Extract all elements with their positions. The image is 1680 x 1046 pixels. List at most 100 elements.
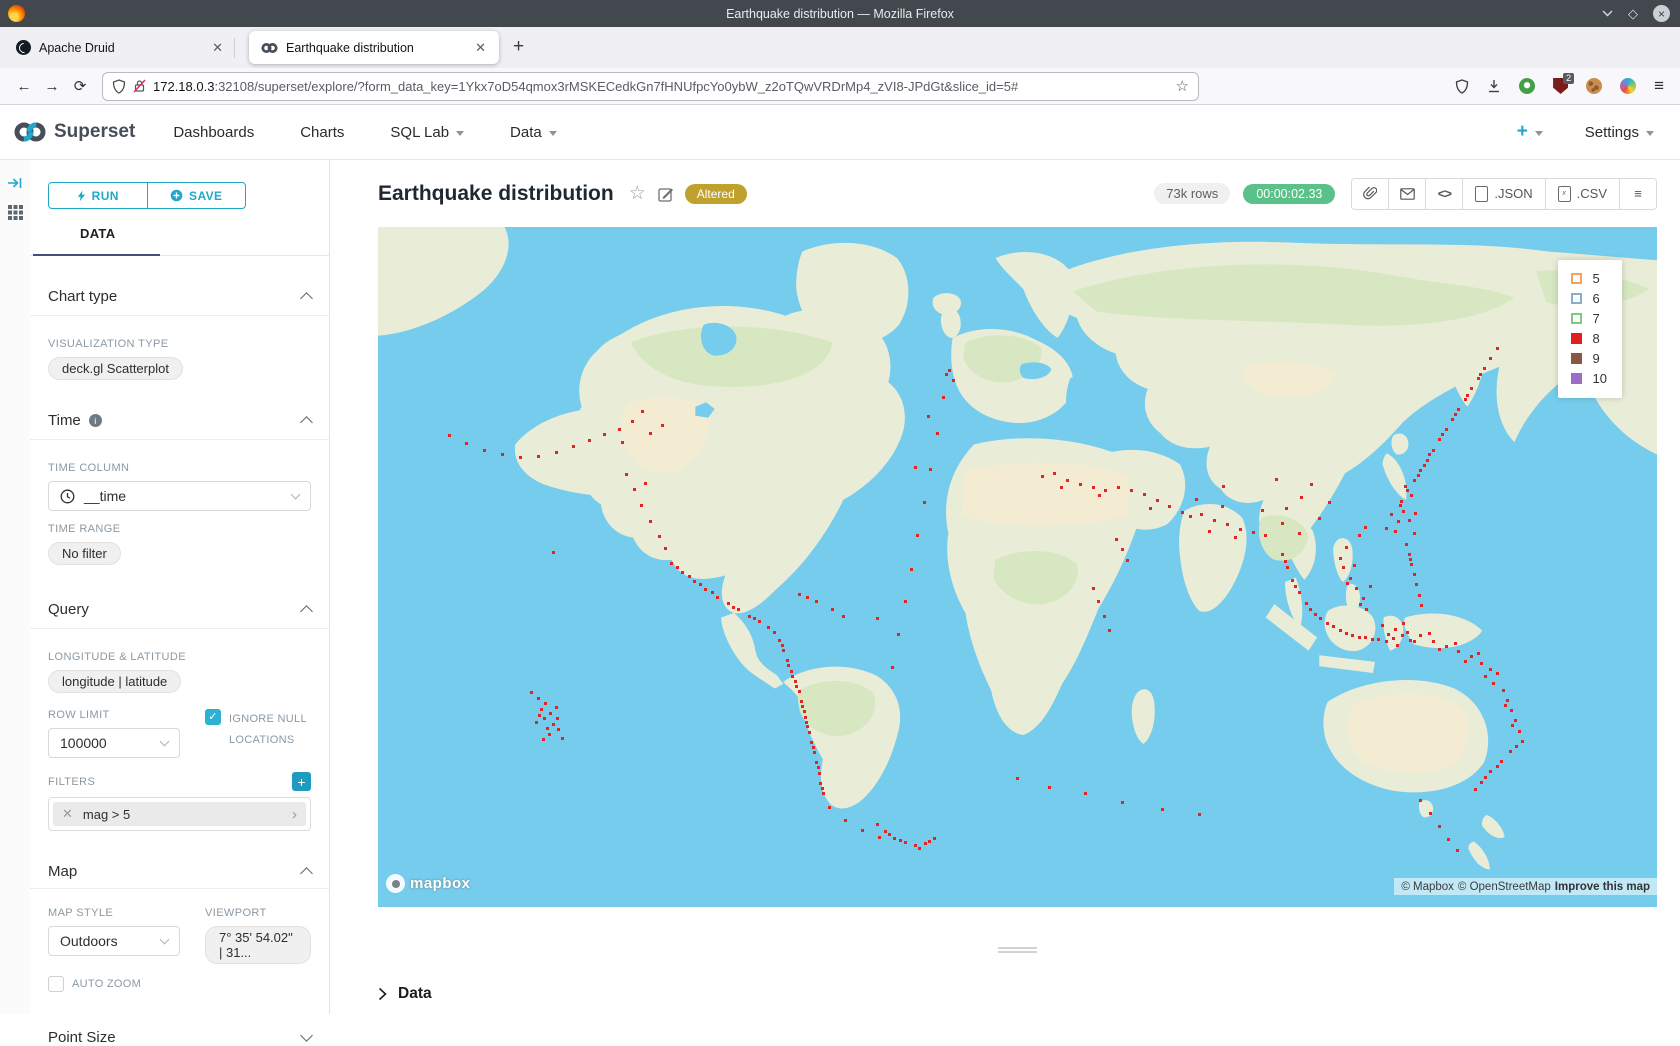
auto-zoom-checkbox[interactable] (48, 976, 64, 992)
window-minimize-icon[interactable] (1602, 10, 1613, 17)
section-chart-type[interactable]: Chart type (48, 288, 311, 305)
legend-item[interactable]: 6 (1571, 291, 1607, 306)
export-csv-button[interactable]: x .CSV (1545, 179, 1619, 209)
protections-shield-icon[interactable] (1455, 79, 1469, 94)
superset-favicon (261, 42, 278, 54)
more-options-icon[interactable]: ≡ (1619, 179, 1656, 209)
download-icon[interactable] (1487, 79, 1501, 93)
nav-settings[interactable]: Settings (1585, 124, 1654, 141)
earthquake-dot (1358, 636, 1361, 639)
legend-item[interactable]: 5 (1571, 271, 1607, 286)
tab-data[interactable]: DATA (80, 226, 115, 241)
back-button[interactable]: ← (10, 73, 38, 99)
new-item-button[interactable]: + (1517, 121, 1543, 143)
save-button[interactable]: SAVE (147, 182, 247, 209)
nav-data[interactable]: Data (510, 124, 557, 141)
nav-dashboards[interactable]: Dashboards (173, 124, 254, 141)
time-column-select[interactable]: __time (48, 481, 311, 511)
panel-resize-handle[interactable] (998, 947, 1037, 953)
section-point-size[interactable]: Point Size (48, 1029, 311, 1046)
datasource-rail (0, 160, 30, 1014)
filter-chip[interactable]: ✕ mag > 5 › (53, 802, 306, 826)
superset-logo[interactable] (13, 121, 47, 143)
tracking-shield-icon[interactable] (112, 79, 126, 94)
earthquake-dot (1156, 499, 1159, 502)
browser-menu-icon[interactable]: ≡ (1654, 76, 1664, 96)
section-query[interactable]: Query (48, 601, 311, 618)
earthquake-dot (1477, 377, 1480, 380)
expand-panel-icon[interactable] (7, 176, 23, 190)
lonlat-pill[interactable]: longitude | latitude (48, 670, 181, 693)
tab-apache-druid[interactable]: Apache Druid ✕ (0, 31, 234, 64)
section-map[interactable]: Map (48, 863, 311, 880)
forward-button[interactable]: → (38, 73, 66, 99)
new-tab-button[interactable]: + (513, 36, 524, 58)
attribution-mapbox[interactable]: © Mapbox (1401, 881, 1454, 893)
cookie-extension-icon[interactable] (1586, 78, 1602, 94)
run-button[interactable]: RUN (48, 182, 148, 209)
section-time[interactable]: Time i (48, 412, 311, 429)
legend-item[interactable]: 9 (1571, 351, 1607, 366)
chevron-right-icon[interactable]: › (292, 806, 297, 823)
earthquake-dot (1060, 486, 1063, 489)
earthquake-dot (945, 373, 948, 376)
favorite-star-icon[interactable]: ☆ (629, 182, 646, 205)
brand-name[interactable]: Superset (54, 121, 135, 143)
email-button[interactable] (1388, 179, 1425, 209)
time-range-pill[interactable]: No filter (48, 542, 121, 565)
nav-sql-lab[interactable]: SQL Lab (390, 124, 464, 141)
window-maximize-icon[interactable]: ◇ (1628, 7, 1638, 20)
dataset-grid-icon[interactable] (8, 205, 23, 220)
pinwheel-extension-icon[interactable] (1620, 78, 1636, 94)
earthquake-dot (1108, 629, 1111, 632)
insecure-lock-icon[interactable] (133, 79, 146, 93)
ublock-icon[interactable]: 2 (1553, 78, 1568, 94)
viewport-pill[interactable]: 7° 35' 54.02" | 31... (205, 926, 311, 964)
earthquake-dot (1438, 648, 1441, 651)
map-style-value: Outdoors (60, 933, 118, 949)
reload-button[interactable]: ⟳ (66, 73, 94, 99)
earthquake-dot (753, 617, 756, 620)
altered-badge[interactable]: Altered (685, 184, 747, 204)
earthquake-dot (786, 659, 789, 662)
window-close-icon[interactable]: × (1653, 5, 1670, 22)
earthquake-dot (1349, 577, 1352, 580)
export-json-button[interactable]: .JSON (1462, 179, 1544, 209)
earthquake-dot (1387, 633, 1390, 636)
embed-code-button[interactable]: <> (1425, 179, 1462, 209)
add-filter-button[interactable]: + (292, 772, 311, 791)
ignore-null-label: IGNORE NULL LOCATIONS (229, 709, 307, 751)
legend-item[interactable]: 8 (1571, 331, 1607, 346)
earthquake-dot (661, 424, 664, 427)
earthquake-dot (804, 716, 807, 719)
earthquake-dot (1053, 472, 1056, 475)
tab-close-icon[interactable]: ✕ (470, 39, 491, 57)
bookmark-star-icon[interactable]: ☆ (1176, 77, 1189, 95)
extension-green-icon[interactable] (1519, 78, 1535, 94)
plus-circle-icon (170, 189, 183, 202)
edit-properties-icon[interactable] (658, 186, 674, 202)
legend-item[interactable]: 10 (1571, 371, 1607, 386)
mapbox-logo[interactable]: mapbox (386, 874, 471, 893)
map-style-select[interactable]: Outdoors (48, 926, 180, 956)
earthquake-dot (1275, 478, 1278, 481)
viz-type-pill[interactable]: deck.gl Scatterplot (48, 357, 183, 380)
attribution-improve-link[interactable]: Improve this map (1555, 881, 1650, 893)
url-field[interactable]: 172.18.0.3:32108/superset/explore/?form_… (102, 72, 1199, 101)
remove-filter-icon[interactable]: ✕ (62, 806, 73, 822)
attribution-osm[interactable]: © OpenStreetMap (1458, 881, 1551, 893)
viz-type-label: VISUALIZATION TYPE (48, 338, 311, 350)
earthquake-dot (1464, 398, 1467, 401)
row-limit-select[interactable]: 100000 (48, 728, 180, 758)
earthquake-dot (815, 600, 818, 603)
legend-item[interactable]: 7 (1571, 311, 1607, 326)
deckgl-map[interactable]: 5678910 mapbox © Mapbox © OpenStreetMap … (378, 227, 1657, 907)
data-panel-toggle[interactable]: Data (378, 985, 1657, 1003)
copy-link-button[interactable] (1352, 179, 1388, 209)
tab-earthquake-distribution[interactable]: Earthquake distribution ✕ (249, 31, 499, 64)
tab-close-icon[interactable]: ✕ (207, 39, 228, 57)
browser-tabbar: Apache Druid ✕ Earthquake distribution ✕… (0, 27, 1680, 68)
nav-charts[interactable]: Charts (300, 124, 344, 141)
ignore-null-checkbox[interactable]: ✓ (205, 709, 221, 725)
earthquake-dot (640, 504, 643, 507)
